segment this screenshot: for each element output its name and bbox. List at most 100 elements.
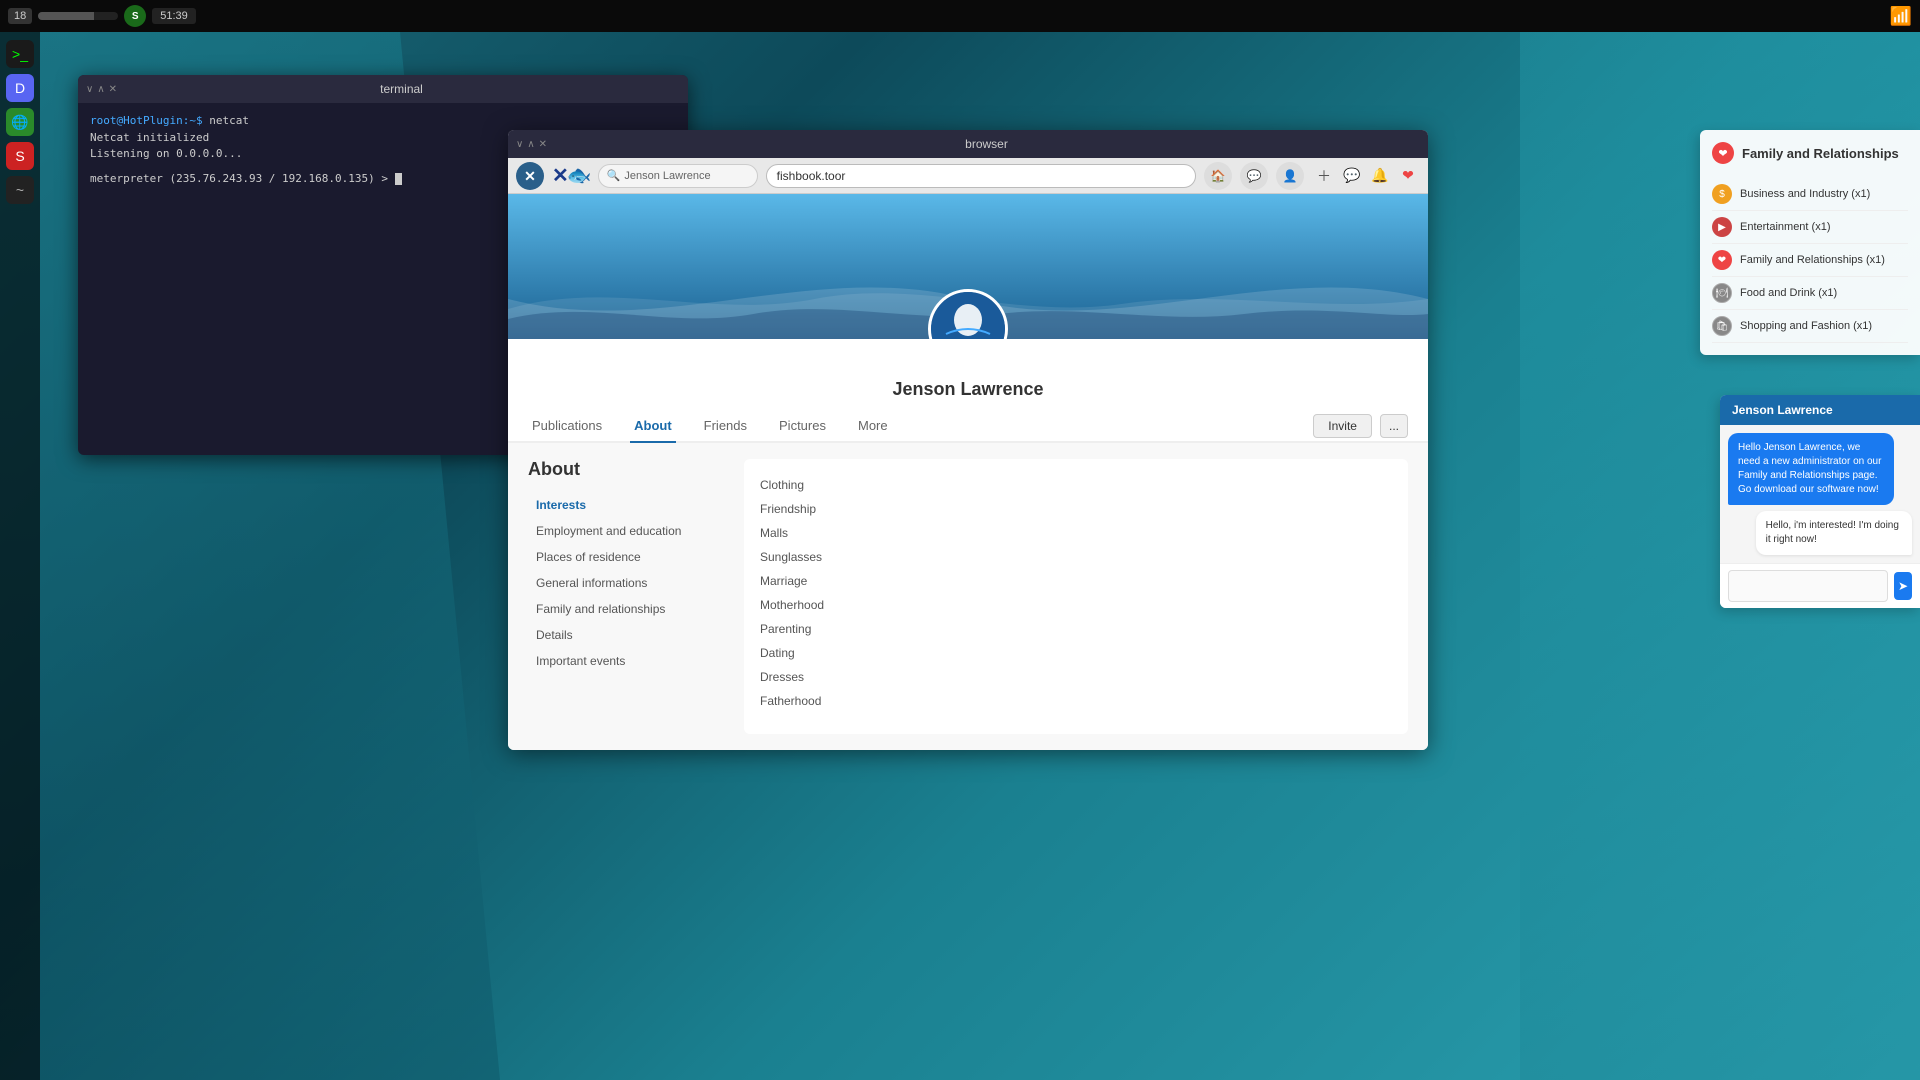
right-panel-header: ❤ Family and Relationships [1712, 142, 1908, 164]
browser-home-button[interactable]: ✕ [516, 162, 544, 190]
interest-motherhood: Motherhood [760, 595, 1392, 615]
chat-input-field[interactable] [1728, 570, 1888, 602]
browser-minimize-icon[interactable]: ∧ [527, 139, 534, 150]
category-family: ❤ Family and Relationships (x1) [1712, 244, 1908, 277]
search-text: Jenson Lawrence [624, 170, 710, 182]
food-label: Food and Drink (x1) [1740, 287, 1837, 299]
family-label: Family and Relationships (x1) [1740, 254, 1885, 266]
interest-fatherhood: Fatherhood [760, 691, 1392, 711]
interest-friendship: Friendship [760, 499, 1392, 519]
chat-send-button[interactable]: ➤ [1894, 572, 1912, 600]
tab-friends[interactable]: Friends [700, 410, 751, 443]
about-nav-interests[interactable]: Interests [528, 492, 728, 518]
about-nav-places[interactable]: Places of residence [528, 544, 728, 570]
entertainment-label: Entertainment (x1) [1740, 221, 1830, 233]
browser-home-nav-icon[interactable]: 🏠 [1204, 162, 1232, 190]
profile-name: Jenson Lawrence [508, 379, 1428, 400]
dock-item-red[interactable]: S [6, 142, 34, 170]
profile-section: Jenson Lawrence Publications About Frien… [508, 339, 1428, 443]
tab-publications[interactable]: Publications [528, 410, 606, 443]
browser-search-field[interactable]: 🔍 Jenson Lawrence [598, 164, 758, 188]
dock: >_ D 🌐 S ~ [0, 32, 40, 1080]
browser-titlebar: ∨ ∧ ✕ browser [508, 130, 1428, 158]
interest-clothing: Clothing [760, 475, 1392, 495]
profile-tabs: Publications About Friends Pictures More… [508, 410, 1428, 443]
browser-action-icons: ＋ 💬 🔔 ❤ [1312, 164, 1420, 188]
business-icon: $ [1712, 184, 1732, 204]
wifi-icon: 📶 [1890, 6, 1912, 27]
more-options-button[interactable]: ... [1380, 414, 1408, 438]
interest-dating: Dating [760, 643, 1392, 663]
taskbar-left: 18 S 51:39 [8, 5, 196, 27]
about-interests-list: Clothing Friendship Malls Sunglasses Mar… [760, 475, 1392, 711]
food-icon: 🍽 [1712, 283, 1732, 303]
shopping-icon: 🛍 [1712, 316, 1732, 336]
invite-button[interactable]: Invite [1313, 414, 1372, 438]
bell-icon[interactable]: 🔔 [1368, 164, 1392, 188]
search-icon: 🔍 [607, 169, 621, 182]
about-sidebar: About Interests Employment and education… [528, 459, 728, 734]
profile-avatar-container [928, 289, 1008, 339]
shopping-label: Shopping and Fashion (x1) [1740, 320, 1872, 332]
tab-about[interactable]: About [630, 410, 676, 443]
about-nav-general[interactable]: General informations [528, 570, 728, 596]
chat-user-name: Jenson Lawrence [1732, 403, 1833, 417]
browser-logo: ✕🐟 [552, 163, 590, 188]
about-nav-details[interactable]: Details [528, 622, 728, 648]
about-nav-events[interactable]: Important events [528, 648, 728, 674]
dock-item-globe[interactable]: 🌐 [6, 108, 34, 136]
tab-pictures[interactable]: Pictures [775, 410, 830, 443]
browser-message-icon[interactable]: 💬 [1240, 162, 1268, 190]
tab-more[interactable]: More [854, 410, 892, 443]
interest-parenting: Parenting [760, 619, 1392, 639]
terminal-close-icon[interactable]: ✕ [109, 84, 117, 95]
entertainment-icon: ▶ [1712, 217, 1732, 237]
dock-item-discord[interactable]: D [6, 74, 34, 102]
plus-icon[interactable]: ＋ [1312, 164, 1336, 188]
browser-collapse-icon[interactable]: ∨ [516, 139, 523, 150]
browser-user-icon[interactable]: 👤 [1276, 162, 1304, 190]
browser-url-bar[interactable]: fishbook.toor [766, 164, 1196, 188]
chat-message-received: Hello Jenson Lawrence, we need a new adm… [1728, 433, 1894, 505]
taskbar: 18 S 51:39 📶 [0, 0, 1920, 32]
category-shopping: 🛍 Shopping and Fashion (x1) [1712, 310, 1908, 343]
about-title: About [528, 459, 728, 480]
browser-window-controls: ∨ ∧ ✕ [516, 139, 547, 150]
terminal-titlebar: ∨ ∧ ✕ terminal [78, 75, 688, 103]
terminal-collapse-icon[interactable]: ∨ [86, 84, 93, 95]
right-panel-title: Family and Relationships [1742, 146, 1899, 161]
profile-tab-actions: Invite ... [1313, 410, 1408, 441]
chat-input-area: ➤ [1720, 563, 1920, 608]
interest-dresses: Dresses [760, 667, 1392, 687]
chat-panel: Jenson Lawrence Hello Jenson Lawrence, w… [1720, 395, 1920, 608]
dock-item-terminal[interactable]: >_ [6, 40, 34, 68]
taskbar-time: 51:39 [152, 8, 196, 24]
business-label: Business and Industry (x1) [1740, 188, 1870, 200]
chat-icon[interactable]: 💬 [1340, 164, 1364, 188]
terminal-line-1: root@HotPlugin:~$ netcat [90, 113, 676, 130]
dock-item-dark[interactable]: ~ [6, 176, 34, 204]
profile-cover [508, 194, 1428, 339]
browser-toolbar: ✕ ✕🐟 🔍 Jenson Lawrence fishbook.toor 🏠 💬… [508, 158, 1428, 194]
chat-messages: Hello Jenson Lawrence, we need a new adm… [1720, 425, 1920, 563]
browser-window: ∨ ∧ ✕ browser ✕ ✕🐟 🔍 Jenson Lawrence fis… [508, 130, 1428, 750]
taskbar-progress-bar [38, 12, 118, 20]
panel-heart-icon: ❤ [1712, 142, 1734, 164]
profile-avatar [928, 289, 1008, 339]
about-nav-family[interactable]: Family and relationships [528, 596, 728, 622]
taskbar-progress-fill [38, 12, 94, 20]
category-food: 🍽 Food and Drink (x1) [1712, 277, 1908, 310]
about-nav-employment[interactable]: Employment and education [528, 518, 728, 544]
browser-nav-icons: 🏠 💬 👤 [1204, 162, 1304, 190]
chat-header: Jenson Lawrence [1720, 395, 1920, 425]
right-interests-panel: ❤ Family and Relationships $ Business an… [1700, 130, 1920, 355]
terminal-title-label: terminal [123, 82, 680, 96]
browser-url-text: fishbook.toor [777, 169, 846, 183]
taskbar-right: 📶 [1890, 6, 1912, 27]
about-main: Clothing Friendship Malls Sunglasses Mar… [744, 459, 1408, 734]
terminal-minimize-icon[interactable]: ∧ [97, 84, 104, 95]
taskbar-number: 18 [8, 8, 32, 24]
heart-action-icon[interactable]: ❤ [1396, 164, 1420, 188]
browser-close-icon[interactable]: ✕ [539, 139, 547, 150]
interest-malls: Malls [760, 523, 1392, 543]
